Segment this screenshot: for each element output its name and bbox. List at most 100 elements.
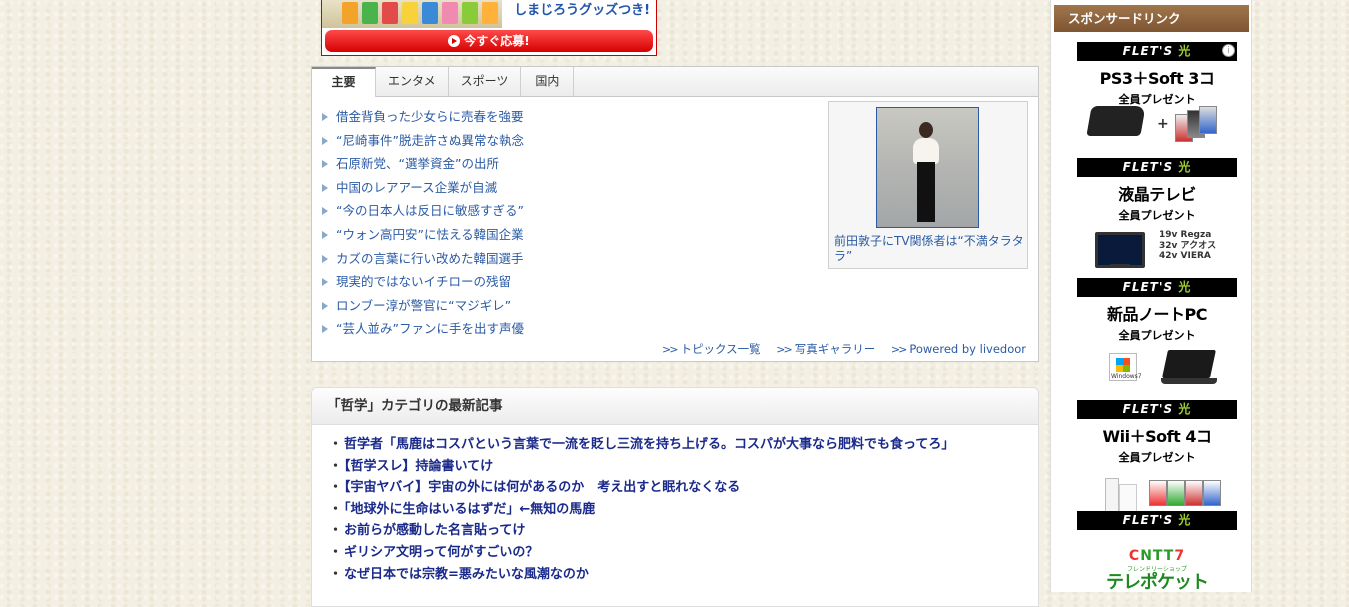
topics-list-label: トピックス一覧 bbox=[680, 342, 761, 356]
powered-by-label: Powered by livedoor bbox=[909, 342, 1026, 356]
ad-ntt-telepocket[interactable]: FLET'S 光 CNTT7 フレンドリーショップ テレポケット bbox=[1077, 511, 1237, 592]
topic-photo[interactable] bbox=[876, 107, 979, 228]
flets-logo: FLET'S 光 bbox=[1077, 42, 1237, 61]
flets-text: FLET'S bbox=[1122, 513, 1174, 527]
ad-subtitle: 全員プレゼント bbox=[1118, 451, 1196, 464]
topic-link[interactable]: カズの言葉に行い改めた韓国選手 bbox=[336, 251, 524, 266]
topic-item: カズの言葉に行い改めた韓国選手 bbox=[322, 247, 524, 271]
ad-lcd-tv[interactable]: FLET'S 光 液晶テレビ 全員プレゼント 19v Regza 32v アクオ… bbox=[1077, 158, 1237, 276]
article-link[interactable]: お前らが感動した名言貼ってけ bbox=[344, 523, 525, 538]
tab-entertainment[interactable]: エンタメ bbox=[376, 67, 449, 96]
banner-product-photo bbox=[322, 0, 502, 28]
top-ad-banner[interactable]: しまじろうグッズつき! 今すぐ応募! bbox=[321, 0, 657, 56]
topic-link[interactable]: ロンブー淳が警官に“マジギレ” bbox=[336, 298, 511, 313]
photo-gallery-link[interactable]: >> 写真ギャラリー bbox=[776, 342, 875, 356]
list-item: ・お前らが感動した名言貼ってけ bbox=[329, 520, 954, 542]
play-icon bbox=[448, 35, 461, 47]
flets-hikari: 光 bbox=[1178, 402, 1192, 416]
powered-by-link[interactable]: >> Powered by livedoor bbox=[891, 342, 1026, 356]
topic-item: “芸人並み”ファンに手を出す声優 bbox=[322, 317, 524, 341]
topic-list: 借金背負った少女らに売春を強要 “尼崎事件”脱走許さぬ異常な執念 石原新党、“選… bbox=[322, 105, 524, 341]
flets-hikari: 光 bbox=[1178, 513, 1192, 527]
info-icon[interactable]: i bbox=[1222, 44, 1235, 57]
topic-link[interactable]: “尼崎事件”脱走許さぬ異常な執念 bbox=[336, 133, 524, 148]
flets-hikari: 光 bbox=[1178, 160, 1192, 174]
laptop-image bbox=[1162, 350, 1216, 378]
topic-link[interactable]: “芸人並み”ファンに手を出す声優 bbox=[336, 321, 524, 336]
banner-tagline: しまじろうグッズつき! bbox=[514, 3, 650, 18]
ad-title: Wii＋Soft 4コ bbox=[1102, 427, 1212, 446]
article-list: ・哲学者「馬鹿はコスパという言葉で一流を貶し三流を持ち上げる。コスパが大事なら肥… bbox=[312, 434, 954, 585]
tv-spec-list: 19v Regza 32v アクオス 42v VIERA bbox=[1159, 230, 1216, 262]
double-chevron-icon: >> bbox=[776, 343, 793, 356]
list-item: ・【宇宙ヤバイ】宇宙の外には何があるのか 考え出すと眠れなくなる bbox=[329, 477, 954, 499]
topic-photo-box: 前田敦子にTV関係者は“不満タラタラ” bbox=[828, 101, 1028, 269]
tab-main[interactable]: 主要 bbox=[312, 67, 376, 97]
wii-console-image bbox=[1105, 478, 1119, 514]
flets-hikari: 光 bbox=[1178, 44, 1192, 58]
tv-spec-item: 32v アクオス bbox=[1159, 240, 1217, 251]
bullet: ・ bbox=[329, 566, 343, 582]
list-item: ・哲学者「馬鹿はコスパという言葉で一流を貶し三流を持ち上げる。コスパが大事なら肥… bbox=[329, 434, 954, 456]
topic-link[interactable]: “今の日本人は反日に敏感すぎる” bbox=[336, 203, 524, 218]
topic-item: 中国のレアアース企業が自滅 bbox=[322, 176, 524, 200]
right-sidebar: スポンサードリンク FLET'S 光 i PS3＋Soft 3コ 全員プレゼント… bbox=[1050, 0, 1252, 592]
topic-item: 借金背負った少女らに売春を強要 bbox=[322, 105, 524, 129]
topics-footer: >> トピックス一覧 >> 写真ギャラリー >> Powered by livedoo… bbox=[650, 341, 1026, 357]
topic-link[interactable]: 石原新党、“選挙資金”の出所 bbox=[336, 156, 499, 171]
list-item: ・「地球外に生命はいるはずだ」←無知の馬鹿 bbox=[329, 499, 954, 521]
person-figure bbox=[911, 122, 941, 227]
wii-games-image bbox=[1149, 480, 1221, 508]
article-link[interactable]: なぜ日本では宗教=悪みたいな風潮なのか bbox=[344, 567, 589, 582]
ps3-console-image bbox=[1086, 106, 1146, 136]
article-link[interactable]: 哲学者「馬鹿はコスパという言葉で一流を貶し三流を持ち上げる。コスパが大事なら肥料… bbox=[344, 437, 954, 452]
flets-text: FLET'S bbox=[1122, 160, 1174, 174]
photo-gallery-label: 写真ギャラリー bbox=[794, 342, 876, 356]
arrow-icon bbox=[322, 207, 328, 216]
ad-title: 新品ノートPC bbox=[1107, 305, 1207, 324]
topics-list-link[interactable]: >> トピックス一覧 bbox=[662, 342, 761, 356]
article-link[interactable]: ギリシア文明って何がすごいの？ bbox=[344, 545, 538, 560]
topic-link[interactable]: 現実的ではないイチローの残留 bbox=[336, 274, 511, 289]
flets-logo: FLET'S 光 bbox=[1077, 511, 1237, 530]
ntt-logo-top: CNTT7 bbox=[1128, 548, 1186, 564]
windows-logo-icon: Windows7 bbox=[1109, 353, 1142, 381]
ad-notebook-pc[interactable]: FLET'S 光 新品ノートPC 全員プレゼント Windows7 bbox=[1077, 278, 1237, 398]
tab-sports[interactable]: スポーツ bbox=[449, 67, 522, 96]
game-cases-image bbox=[1175, 106, 1219, 144]
ad-subtitle: 全員プレゼント bbox=[1118, 209, 1196, 222]
tab-domestic[interactable]: 国内 bbox=[521, 67, 575, 96]
topic-link[interactable]: 借金背負った少女らに売春を強要 bbox=[336, 109, 524, 124]
ad-wii[interactable]: FLET'S 光 Wii＋Soft 4コ 全員プレゼント bbox=[1077, 400, 1237, 514]
tv-image bbox=[1095, 232, 1145, 268]
arrow-icon bbox=[322, 278, 328, 287]
ad-subtitle: 全員プレゼント bbox=[1118, 329, 1196, 342]
topic-item: “ウォン高円安”に怯える韓国企業 bbox=[322, 223, 524, 247]
topic-item: “尼崎事件”脱走許さぬ異常な執念 bbox=[322, 129, 524, 153]
article-link[interactable]: 【哲学スレ】持論書いてけ bbox=[344, 459, 493, 474]
article-link[interactable]: 「地球外に生命はいるはずだ」←無知の馬鹿 bbox=[344, 502, 595, 517]
topics-panel: 主要 エンタメ スポーツ 国内 借金背負った少女らに売春を強要 “尼崎事件”脱走… bbox=[311, 66, 1039, 362]
latest-articles-panel: 「哲学」カテゴリの最新記事 ・哲学者「馬鹿はコスパという言葉で一流を貶し三流を持… bbox=[311, 387, 1039, 607]
bullet: ・ bbox=[329, 458, 343, 474]
double-chevron-icon: >> bbox=[890, 343, 908, 356]
flets-text: FLET'S bbox=[1122, 402, 1174, 416]
arrow-icon bbox=[322, 325, 328, 334]
telepocket-logo: テレポケット bbox=[1106, 572, 1209, 593]
ad-ps3[interactable]: FLET'S 光 i PS3＋Soft 3コ 全員プレゼント + bbox=[1077, 42, 1237, 156]
photo-caption-link[interactable]: 前田敦子にTV関係者は“不満タラタラ” bbox=[834, 234, 1024, 264]
topic-link[interactable]: “ウォン高円安”に怯える韓国企業 bbox=[336, 227, 524, 242]
apply-now-button[interactable]: 今すぐ応募! bbox=[325, 30, 653, 52]
flets-logo: FLET'S 光 bbox=[1077, 158, 1237, 177]
tv-spec-item: 19v Regza bbox=[1159, 230, 1212, 240]
topic-link[interactable]: 中国のレアアース企業が自滅 bbox=[336, 180, 497, 195]
bullet: ・ bbox=[329, 501, 343, 517]
flets-text: FLET'S bbox=[1122, 44, 1174, 58]
list-item: ・なぜ日本では宗教=悪みたいな風潮なのか bbox=[329, 564, 954, 586]
bullet: ・ bbox=[329, 523, 343, 539]
ad-title: 液晶テレビ bbox=[1118, 185, 1196, 204]
article-link[interactable]: 【宇宙ヤバイ】宇宙の外には何があるのか 考え出すと眠れなくなる bbox=[344, 480, 740, 495]
tv-stand bbox=[1110, 264, 1130, 268]
tv-spec-item: 42v VIERA bbox=[1159, 251, 1211, 261]
list-item: ・ギリシア文明って何がすごいの？ bbox=[329, 542, 954, 564]
